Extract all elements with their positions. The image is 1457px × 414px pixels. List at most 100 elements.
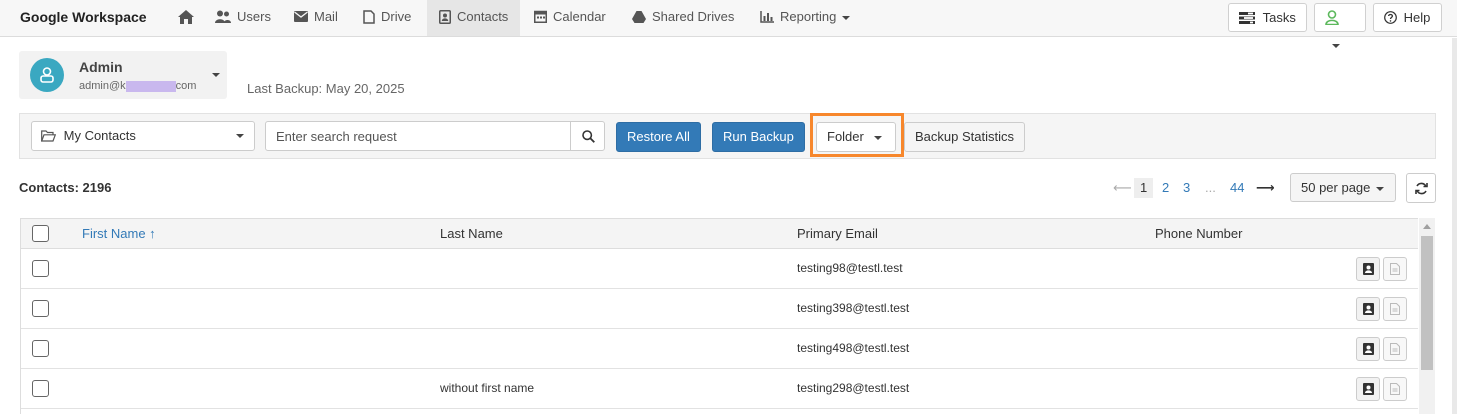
- account-email-prefix: admin@k: [79, 80, 126, 92]
- restore-all-button[interactable]: Restore All: [616, 122, 701, 152]
- cell-email: testing498@testl.test: [797, 341, 910, 355]
- nav-mail[interactable]: Mail: [294, 0, 338, 36]
- contacts-table: First Name ↑ Last Name Primary Email Pho…: [20, 218, 1418, 414]
- drive-triangle-icon: [632, 10, 646, 23]
- per-page-select[interactable]: 50 per page: [1290, 173, 1396, 202]
- tasks-button[interactable]: Tasks: [1228, 3, 1307, 32]
- table-header: First Name ↑ Last Name Primary Email Pho…: [21, 219, 1418, 249]
- pagination-page-last[interactable]: 44: [1230, 178, 1244, 198]
- nav-mail-label: Mail: [314, 9, 338, 24]
- cell-email: testing98@testl.test: [797, 261, 903, 275]
- select-all-checkbox[interactable]: [32, 225, 49, 242]
- nav-drive[interactable]: Drive: [363, 0, 411, 36]
- chevron-down-icon: [236, 134, 244, 138]
- nav-contacts[interactable]: Contacts: [427, 0, 521, 36]
- nav-shared-drives-label: Shared Drives: [652, 9, 735, 24]
- contacts-toolbar: My Contacts Restore All Run Backup Folde…: [19, 113, 1436, 159]
- table-row[interactable]: testing398@testl.test: [21, 289, 1418, 329]
- view-contact-button[interactable]: [1356, 377, 1380, 401]
- column-header-last-name[interactable]: Last Name: [440, 226, 503, 241]
- document-icon: [1390, 263, 1400, 275]
- export-contact-button[interactable]: [1383, 337, 1407, 361]
- folder-button[interactable]: Folder: [816, 122, 896, 152]
- calendar-icon: [534, 10, 547, 24]
- users-icon: [215, 10, 231, 24]
- search-input[interactable]: [266, 122, 566, 150]
- view-contact-button[interactable]: [1356, 297, 1380, 321]
- contacts-count: Contacts: 2196: [19, 180, 112, 195]
- nav-users[interactable]: Users: [215, 0, 271, 36]
- folder-select-value: My Contacts: [63, 128, 136, 143]
- chevron-down-icon: [842, 15, 851, 20]
- brand-title[interactable]: Google Workspace: [20, 9, 147, 25]
- bar-chart-icon: [760, 10, 774, 23]
- nav-drive-label: Drive: [381, 9, 412, 24]
- chevron-down-icon: [1332, 43, 1340, 48]
- export-contact-button[interactable]: [1383, 297, 1407, 321]
- pagination-page-2[interactable]: 2: [1162, 178, 1169, 198]
- nav-reporting-label: Reporting: [780, 9, 837, 24]
- envelope-icon: [294, 11, 308, 23]
- search-icon: [582, 130, 595, 143]
- account-email-suffix: com: [175, 80, 197, 92]
- account-name: Admin: [79, 59, 123, 75]
- export-contact-button[interactable]: [1383, 257, 1407, 281]
- table-row[interactable]: without first name testing298@testl.test: [21, 369, 1418, 409]
- redaction-mask: [125, 80, 176, 92]
- folder-open-icon: [40, 129, 57, 142]
- column-header-phone-number[interactable]: Phone Number: [1155, 226, 1242, 241]
- run-backup-button[interactable]: Run Backup: [712, 122, 805, 152]
- refresh-button[interactable]: [1406, 173, 1436, 203]
- column-header-first-name[interactable]: First Name ↑: [82, 226, 156, 241]
- search-box: [265, 121, 605, 151]
- row-checkbox[interactable]: [32, 340, 49, 357]
- chevron-down-icon: [1376, 186, 1385, 191]
- search-button[interactable]: [570, 122, 604, 150]
- refresh-icon: [1415, 182, 1428, 195]
- account-selector[interactable]: Admin admin@k com: [19, 51, 227, 99]
- table-scrollbar[interactable]: [1419, 218, 1435, 414]
- nav-calendar[interactable]: Calendar: [534, 0, 606, 36]
- nav-home[interactable]: [178, 0, 200, 36]
- chevron-down-icon: [873, 135, 882, 140]
- backup-statistics-button[interactable]: Backup Statistics: [904, 122, 1025, 152]
- column-header-primary-email[interactable]: Primary Email: [797, 226, 878, 241]
- home-icon: [178, 9, 194, 24]
- row-checkbox[interactable]: [32, 260, 49, 277]
- table-row[interactable]: testing98@testl.test: [21, 249, 1418, 289]
- help-label: Help: [1403, 10, 1431, 25]
- folder-select[interactable]: My Contacts: [31, 121, 255, 151]
- pagination-ellipsis: ...: [1205, 180, 1216, 195]
- view-contact-button[interactable]: [1356, 337, 1380, 361]
- scroll-up-arrow-icon[interactable]: [1423, 224, 1431, 229]
- nav-shared-drives[interactable]: Shared Drives: [632, 0, 734, 36]
- scrollbar-thumb[interactable]: [1421, 236, 1433, 370]
- nav-reporting[interactable]: Reporting: [760, 0, 851, 36]
- pagination-page-3[interactable]: 3: [1183, 178, 1190, 198]
- question-circle-icon: [1384, 11, 1397, 24]
- contact-card-icon: [1363, 383, 1374, 395]
- user-icon: [40, 67, 54, 83]
- table-row[interactable]: testing498@testl.test: [21, 329, 1418, 369]
- top-navbar: Google Workspace Users Mail Drive Contac…: [0, 0, 1457, 48]
- view-contact-button[interactable]: [1356, 257, 1380, 281]
- contact-card-icon: [439, 9, 451, 24]
- pagination-next[interactable]: ⟶: [1256, 178, 1275, 198]
- cell-last-name: without first name: [440, 381, 535, 395]
- account-menu-button[interactable]: [1314, 3, 1366, 48]
- tasks-label: Tasks: [1262, 10, 1296, 25]
- contact-card-icon: [1363, 343, 1374, 355]
- cell-email: testing398@testl.test: [797, 301, 910, 315]
- row-checkbox[interactable]: [32, 300, 49, 317]
- tasks-icon: [1239, 11, 1255, 24]
- cell-email: testing298@testl.test: [797, 381, 910, 395]
- pagination-page-1[interactable]: 1: [1134, 178, 1154, 198]
- contact-card-icon: [1363, 303, 1374, 315]
- contact-card-icon: [1363, 263, 1374, 275]
- per-page-value: 50 per page: [1301, 180, 1371, 195]
- export-contact-button[interactable]: [1383, 377, 1407, 401]
- pagination-prev[interactable]: ⟵: [1113, 178, 1132, 198]
- row-checkbox[interactable]: [32, 380, 49, 397]
- nav-users-label: Users: [237, 9, 271, 24]
- help-button[interactable]: Help: [1373, 3, 1442, 32]
